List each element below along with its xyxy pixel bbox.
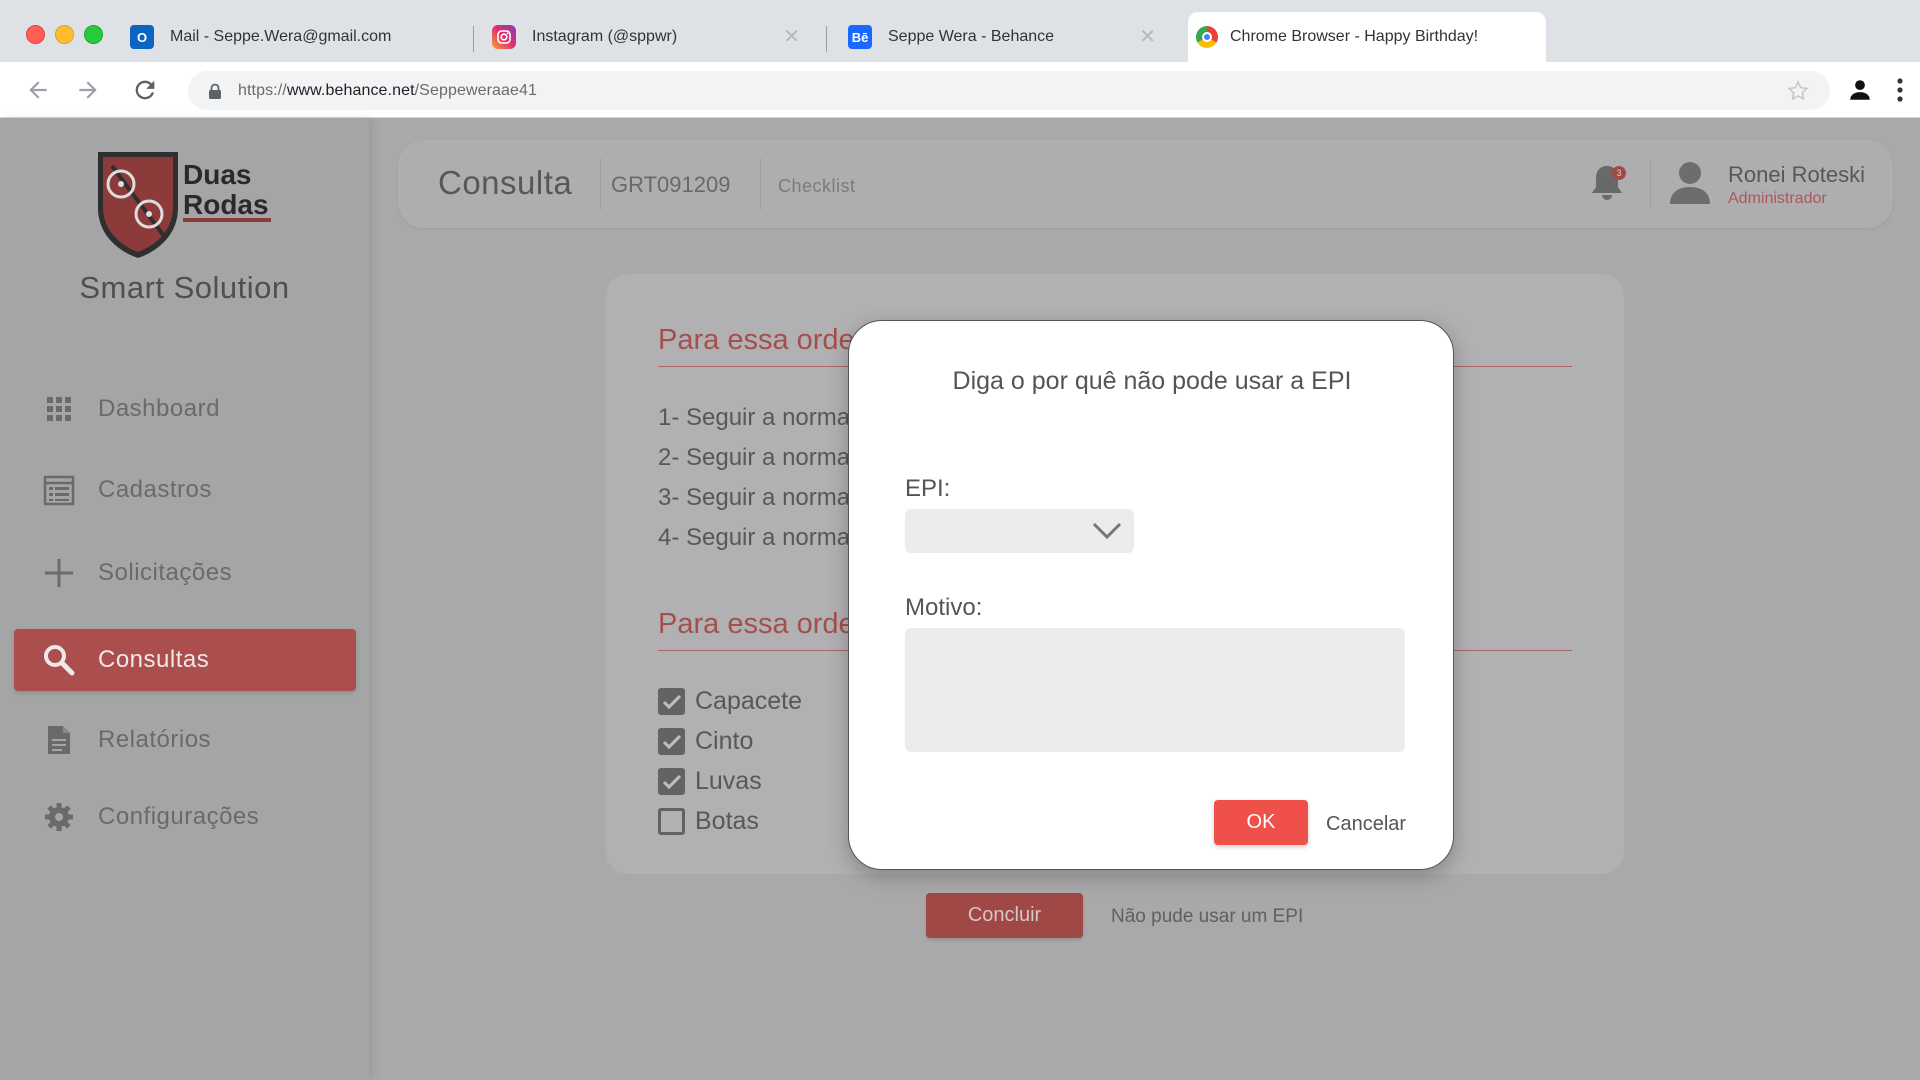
close-tab-icon[interactable]: ✕ <box>783 27 800 47</box>
sidebar-item-label: Relatórios <box>98 726 212 753</box>
dialog-title: Diga o por quê não pode usar a EPI <box>952 367 1352 395</box>
notification-badge: 3 <box>1612 166 1626 180</box>
behance-icon: Bē <box>848 25 872 49</box>
rule-item: 2- Seguir a norma <box>658 444 851 471</box>
rule-item: 4- Seguir a norma <box>658 524 851 551</box>
tab-instagram[interactable]: Instagram (@sppwr) ✕ <box>492 12 822 62</box>
person-icon <box>1850 80 1870 100</box>
rule-item: 3- Seguir a norma <box>658 484 851 511</box>
browser-tab-bar: O Mail - Seppe.Wera@gmail.com Instagram … <box>0 0 1920 62</box>
gear-icon <box>42 800 76 834</box>
epi-label: Capacete <box>695 687 803 715</box>
minimize-window-button[interactable] <box>55 25 74 44</box>
close-tab-icon[interactable]: ✕ <box>1139 27 1156 47</box>
checkbox-unchecked-icon[interactable] <box>658 808 685 835</box>
close-window-button[interactable] <box>26 25 45 44</box>
order-code: GRT091209 <box>611 172 731 197</box>
checkbox-checked-icon[interactable] <box>658 728 685 755</box>
arrow-left-icon <box>29 81 47 99</box>
epi-reason-dialog: Diga o por quê não pode usar a EPI EPI: … <box>848 320 1454 870</box>
motivo-field-label: Motivo: <box>905 594 983 621</box>
sidebar-item-configuracoes[interactable]: Configurações <box>14 786 356 848</box>
brand-name: Smart Solution <box>79 270 290 305</box>
more-vertical-icon <box>1897 78 1903 102</box>
sidebar: Duas Rodas Smart Solution Dashboard Cada… <box>0 118 369 1080</box>
checkbox-checked-icon[interactable] <box>658 688 685 715</box>
header-divider <box>1650 158 1651 210</box>
search-icon <box>42 643 76 677</box>
avatar[interactable] <box>1668 160 1712 211</box>
reload-button[interactable] <box>129 74 161 106</box>
nao-pude-usar-epi-link[interactable]: Não pude usar um EPI <box>1111 906 1303 928</box>
sidebar-item-dashboard[interactable]: Dashboard <box>14 378 356 440</box>
sidebar-item-cadastros[interactable]: Cadastros <box>14 459 356 521</box>
section-title-epis: Para essa orde <box>658 608 855 640</box>
breadcrumb-checklist[interactable]: Checklist <box>778 176 856 197</box>
motivo-textarea[interactable] <box>905 628 1405 752</box>
chrome-menu-button[interactable] <box>1884 74 1916 106</box>
sidebar-item-label: Solicitações <box>98 559 233 586</box>
page-title: Consulta <box>438 164 573 201</box>
sidebar-item-label: Cadastros <box>98 476 212 503</box>
instagram-icon <box>492 25 516 49</box>
arrow-right-icon <box>79 81 97 99</box>
user-role: Administrador <box>1728 190 1827 207</box>
bookmark-star-icon[interactable] <box>1786 79 1810 103</box>
epi-label: Botas <box>695 807 759 835</box>
lock-icon <box>209 83 221 99</box>
user-name: Ronei Roteski <box>1728 162 1865 187</box>
sidebar-item-label: Configurações <box>98 803 260 830</box>
reload-icon <box>135 80 155 100</box>
back-button[interactable] <box>22 74 54 106</box>
section-title-rules: Para essa orde <box>658 324 855 356</box>
plus-icon <box>42 556 76 590</box>
svg-text:Rodas: Rodas <box>183 189 269 220</box>
page-header: Consulta GRT091209 Checklist 3 Ronei Rot… <box>398 140 1893 228</box>
url-text: https://www.behance.net/Seppeweraae41 <box>238 81 538 99</box>
tab-chrome-active[interactable]: Chrome Browser - Happy Birthday! <box>1188 12 1546 62</box>
profile-button[interactable] <box>1844 74 1876 106</box>
ok-button[interactable]: OK <box>1214 800 1308 845</box>
chevron-down-icon <box>1092 522 1122 540</box>
epi-label: Luvas <box>695 767 762 795</box>
tab-separator <box>473 26 474 52</box>
epi-checkbox-row[interactable]: Capacete <box>658 687 802 716</box>
epi-select[interactable] <box>905 509 1134 553</box>
header-divider <box>760 158 761 210</box>
sidebar-item-relatorios[interactable]: Relatórios <box>14 709 356 771</box>
forward-button[interactable] <box>72 74 104 106</box>
tab-mail[interactable]: O Mail - Seppe.Wera@gmail.com <box>130 12 470 62</box>
address-bar[interactable]: https://www.behance.net/Seppeweraae41 <box>188 71 1830 110</box>
maximize-window-button[interactable] <box>84 25 103 44</box>
chrome-icon <box>1196 26 1218 48</box>
tab-behance[interactable]: Bē Seppe Wera - Behance ✕ <box>848 12 1178 62</box>
tab-separator <box>826 26 827 52</box>
concluir-button[interactable]: Concluir <box>926 893 1083 938</box>
document-icon <box>42 723 76 757</box>
header-divider <box>600 158 601 210</box>
epi-field-label: EPI: <box>905 475 951 502</box>
checkbox-checked-icon[interactable] <box>658 768 685 795</box>
sidebar-item-solicitacoes[interactable]: Solicitações <box>14 542 356 604</box>
duas-rodas-logo: Duas Rodas <box>96 148 276 265</box>
epi-checkbox-row[interactable]: Cinto <box>658 727 753 756</box>
sidebar-item-label: Consultas <box>98 646 210 673</box>
svg-text:Duas: Duas <box>183 159 251 190</box>
form-icon <box>42 473 76 507</box>
grid-icon <box>42 392 76 426</box>
sidebar-item-label: Dashboard <box>98 395 220 422</box>
browser-toolbar: https://www.behance.net/Seppeweraae41 <box>0 62 1920 118</box>
epi-checkbox-row[interactable]: Luvas <box>658 767 762 796</box>
cancel-button[interactable]: Cancelar <box>1326 813 1406 836</box>
outlook-icon: O <box>130 25 154 49</box>
epi-label: Cinto <box>695 727 754 755</box>
sidebar-item-consultas[interactable]: Consultas <box>14 629 356 691</box>
rule-item: 1- Seguir a norma <box>658 404 851 431</box>
epi-checkbox-row[interactable]: Botas <box>658 807 759 836</box>
